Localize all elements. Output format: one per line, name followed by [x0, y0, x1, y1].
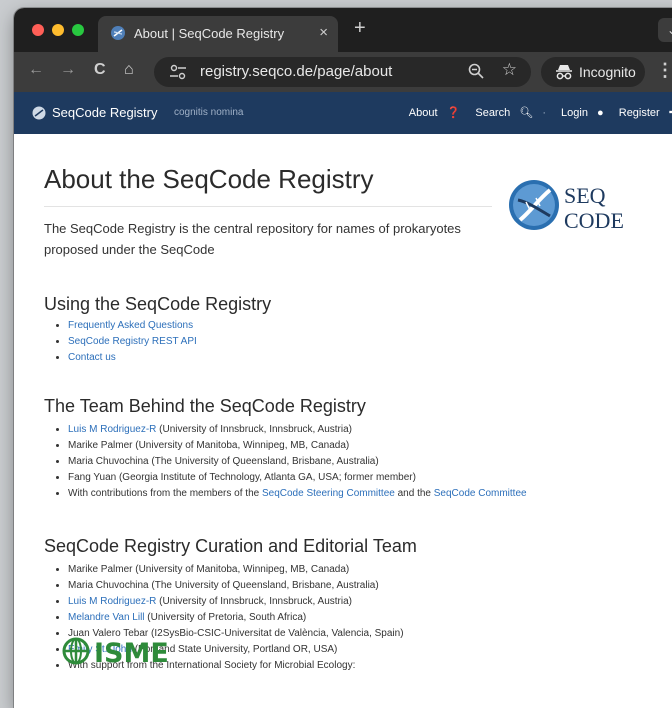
nav-search-link[interactable]: Search 🔍︎	[469, 107, 533, 119]
list-item: With contributions from the members of t…	[68, 486, 527, 502]
team-member: Maria Chuvochina (The University of Quee…	[68, 456, 379, 467]
list-item: Luis M Rodriguez-R (University of Innsbr…	[68, 422, 527, 438]
question-circle-icon: ❓	[446, 107, 461, 119]
list-item: Frequently Asked Questions	[68, 318, 197, 334]
page-title: About the SeqCode Registry	[44, 164, 374, 194]
bookmark-star-icon[interactable]: ☆	[502, 60, 517, 80]
nav-links: About ❓ Search 🔍︎ · Login ● Register ✚	[397, 106, 672, 119]
list-item: Contact us	[68, 350, 197, 366]
nav-register-link[interactable]: Register ✚	[613, 107, 672, 119]
close-window-button[interactable]	[32, 24, 44, 36]
team-member: Fang Yuan (Georgia Institute of Technolo…	[68, 472, 416, 483]
list-item: Marike Palmer (University of Manitoba, W…	[68, 562, 404, 578]
user-circle-icon: ●	[597, 107, 604, 119]
list-item: Marike Palmer (University of Manitoba, W…	[68, 438, 527, 454]
list-item: Maria Chuvochina (The University of Quee…	[68, 578, 404, 594]
curator-link[interactable]: Luis M Rodriguez-R	[68, 596, 156, 607]
team-member-affiliation: (University of Innsbruck, Innsbruck, Aus…	[156, 424, 352, 435]
site-settings-icon[interactable]	[168, 63, 188, 81]
brand-link[interactable]: SeqCode Registry	[52, 105, 158, 120]
steering-committee-link[interactable]: SeqCode Steering Committee	[262, 488, 395, 499]
incognito-indicator[interactable]: Incognito	[541, 57, 645, 87]
page-content: About the SeqCode Registry The SeqCode R…	[14, 134, 672, 708]
rest-api-link[interactable]: SeqCode Registry REST API	[68, 336, 197, 347]
contributions-and: and the	[394, 488, 434, 499]
contributions-text: With contributions from the members of t…	[68, 488, 262, 499]
list-item: Fang Yuan (Georgia Institute of Technolo…	[68, 470, 527, 486]
list-item: Maria Chuvochina (The University of Quee…	[68, 454, 527, 470]
nav-about-label: About	[408, 107, 438, 119]
curator-affiliation: (University of Innsbruck, Innsbruck, Aus…	[156, 596, 352, 607]
list-item: Melandre Van Lill (University of Pretori…	[68, 610, 404, 626]
curator: Marike Palmer (University of Manitoba, W…	[68, 564, 350, 575]
using-heading: Using the SeqCode Registry	[44, 294, 272, 314]
brand-tagline: cognitis nomina	[174, 107, 244, 118]
nav-login-link[interactable]: Login ●	[555, 107, 604, 119]
reload-button[interactable]: C	[94, 61, 106, 79]
browser-menu-icon[interactable]: ⋮	[656, 60, 672, 81]
logo-text-code: CODE	[564, 208, 624, 233]
tab-title: About | SeqCode Registry	[134, 26, 285, 41]
seqcode-logo: SEQ CODE	[509, 180, 624, 233]
tab-strip: About | SeqCode Registry × + ⌄	[14, 8, 672, 52]
url-text[interactable]: registry.seqco.de/page/about	[200, 63, 392, 80]
browser-window: About | SeqCode Registry × + ⌄ ← → C ⌂ r…	[14, 8, 672, 708]
nav-search-label: Search	[475, 107, 511, 119]
tab-close-icon[interactable]: ×	[319, 24, 328, 41]
isme-logo-text: ISME	[94, 638, 169, 666]
list-item: Luis M Rodriguez-R (University of Innsbr…	[68, 594, 404, 610]
nav-separator: ·	[542, 107, 546, 119]
team-member-link[interactable]: Luis M Rodriguez-R	[68, 424, 156, 435]
committee-link[interactable]: SeqCode Committee	[434, 488, 527, 499]
nav-login-label: Login	[561, 107, 588, 119]
contact-link[interactable]: Contact us	[68, 352, 116, 363]
curation-heading: SeqCode Registry Curation and Editorial …	[44, 536, 417, 556]
home-button[interactable]: ⌂	[124, 61, 134, 79]
back-button[interactable]: ←	[28, 61, 44, 79]
nav-register-label: Register	[618, 107, 660, 119]
using-list: Frequently Asked Questions SeqCode Regis…	[54, 318, 197, 366]
list-item: SeqCode Registry REST API	[68, 334, 197, 350]
team-member: Marike Palmer (University of Manitoba, W…	[68, 440, 350, 451]
faq-link[interactable]: Frequently Asked Questions	[68, 320, 193, 331]
favicon-icon	[111, 26, 125, 40]
incognito-icon	[556, 65, 572, 80]
minimize-window-button[interactable]	[52, 24, 64, 36]
address-bar[interactable]: registry.seqco.de/page/about ☆	[154, 57, 531, 87]
team-list: Luis M Rodriguez-R (University of Innsbr…	[54, 422, 527, 502]
incognito-label: Incognito	[579, 64, 636, 80]
tab-about[interactable]: About | SeqCode Registry ×	[98, 16, 338, 52]
page-lead: The SeqCode Registry is the central repo…	[44, 221, 461, 257]
search-icon: 🔍︎	[519, 107, 534, 119]
title-divider	[44, 206, 492, 207]
zoom-icon[interactable]	[467, 62, 485, 80]
maximize-window-button[interactable]	[72, 24, 84, 36]
isme-logo[interactable]: ISME	[62, 636, 192, 666]
curator-link[interactable]: Melandre Van Lill	[68, 612, 145, 623]
logo-text-seq: SEQ	[564, 183, 606, 208]
new-tab-button[interactable]: +	[354, 18, 366, 38]
nav-about-link[interactable]: About ❓	[403, 107, 461, 119]
curator: Maria Chuvochina (The University of Quee…	[68, 580, 379, 591]
curator-affiliation: (University of Pretoria, South Africa)	[144, 612, 307, 623]
team-heading: The Team Behind the SeqCode Registry	[44, 396, 366, 416]
tab-search-chevron-icon[interactable]: ⌄	[658, 18, 672, 42]
seqcode-logo-icon	[32, 106, 46, 120]
browser-toolbar: ← → C ⌂ registry.seqco.de/page/about ☆ I…	[14, 52, 672, 92]
site-navbar: SeqCode Registry cognitis nomina About ❓…	[14, 92, 672, 134]
forward-button[interactable]: →	[60, 61, 76, 79]
